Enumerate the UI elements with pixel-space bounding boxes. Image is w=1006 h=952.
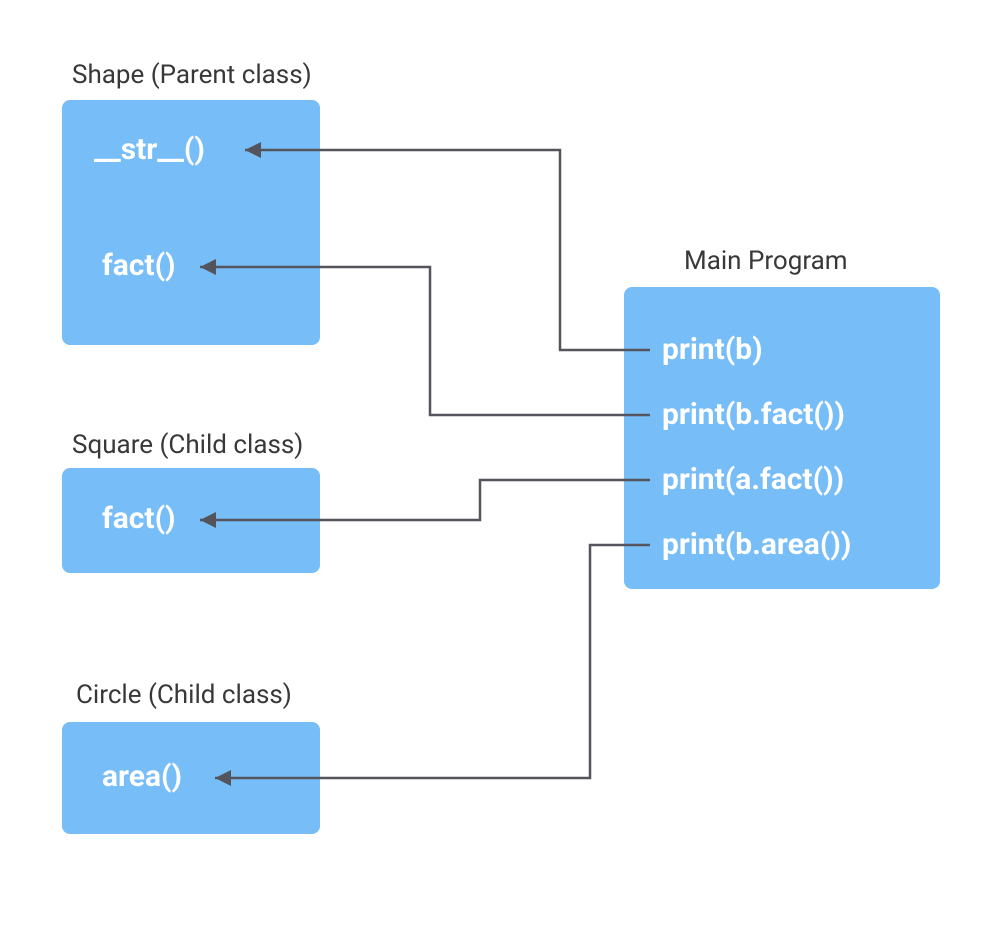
circle-method-area: area()	[102, 759, 182, 794]
circle-box: area()	[62, 722, 320, 834]
main-box: print(b) print(b.fact()) print(a.fact())…	[624, 287, 940, 589]
shape-method-fact: fact()	[102, 248, 176, 283]
main-line-3: print(b.area())	[662, 527, 851, 562]
circle-title: Circle (Child class)	[76, 680, 292, 710]
square-box: fact()	[62, 468, 320, 573]
square-method-fact: fact()	[102, 501, 176, 536]
main-line-1: print(b.fact())	[662, 397, 845, 432]
square-title: Square (Child class)	[72, 430, 303, 460]
shape-method-str: __str__()	[94, 132, 205, 167]
main-line-2: print(a.fact())	[662, 462, 844, 497]
shape-box: __str__() fact()	[62, 100, 320, 345]
shape-title: Shape (Parent class)	[72, 60, 312, 90]
main-title: Main Program	[684, 246, 848, 276]
main-line-0: print(b)	[662, 332, 763, 367]
